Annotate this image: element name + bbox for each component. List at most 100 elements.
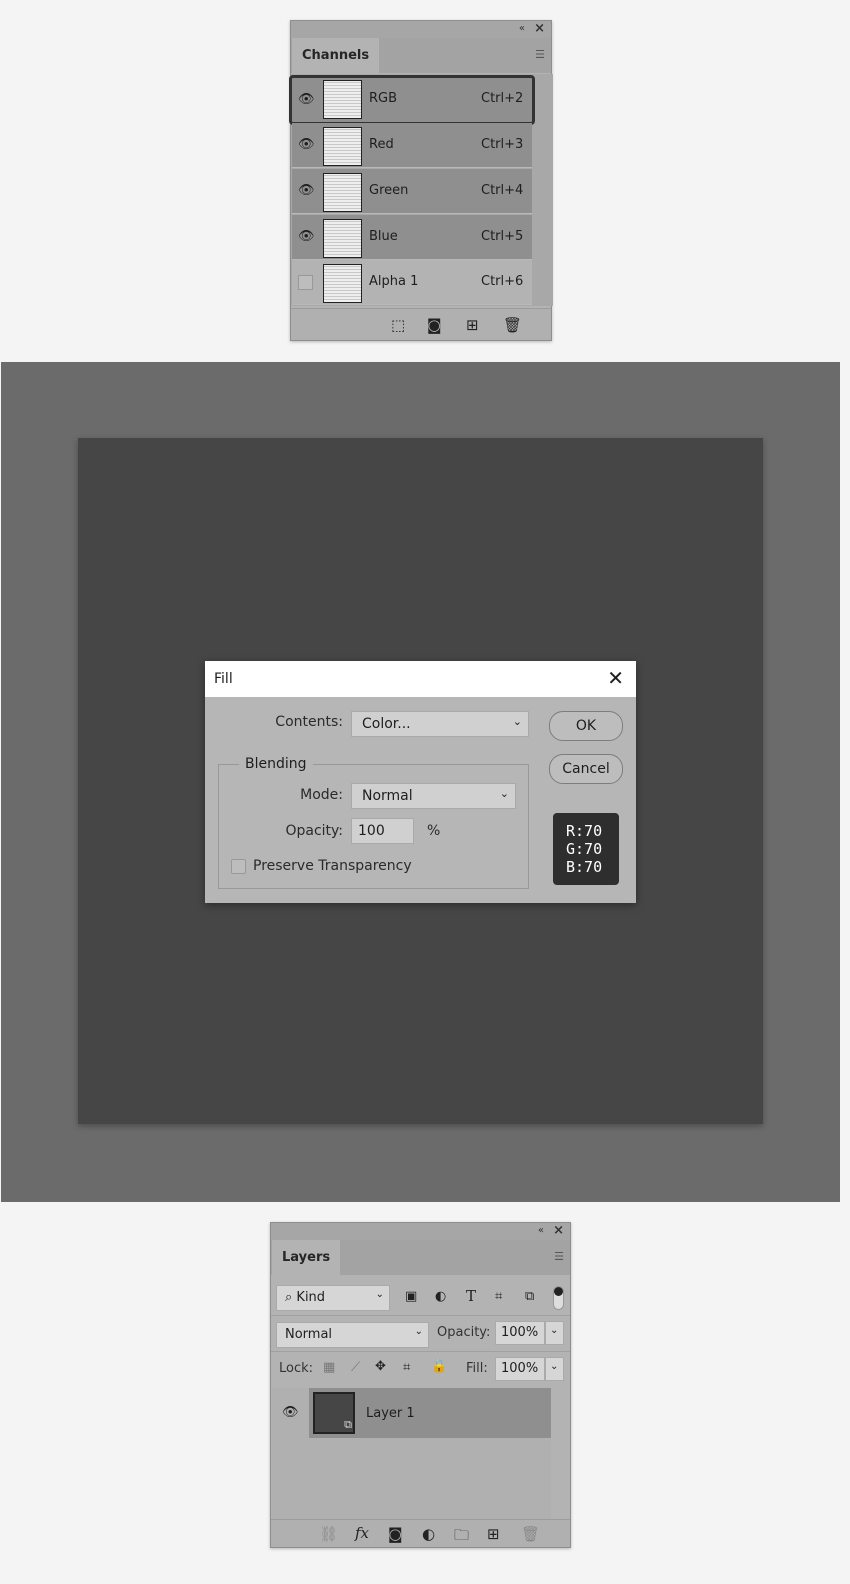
channel-shortcut: Ctrl+2 xyxy=(481,91,524,106)
blend-mode-value: Normal xyxy=(285,1327,333,1342)
preserve-transparency-label: Preserve Transparency xyxy=(253,858,412,874)
filter-kind-select[interactable]: ⌕ Kind ⌄ xyxy=(276,1285,390,1311)
channel-thumbnail xyxy=(323,264,362,303)
eye-icon[interactable]: 👁 xyxy=(298,183,315,198)
contents-select[interactable]: Color... ⌄ xyxy=(351,711,529,737)
tab-bar: Channels ☰ xyxy=(291,38,551,73)
tab-channels[interactable]: Channels xyxy=(292,38,380,73)
blend-mode-select[interactable]: Normal ⌄ xyxy=(276,1322,429,1348)
add-mask-icon[interactable]: ◙ xyxy=(388,1525,403,1543)
channel-name: Alpha 1 xyxy=(369,274,419,289)
mode-label: Mode: xyxy=(300,787,343,803)
collapse-icon[interactable]: « xyxy=(519,23,525,34)
panel-footer: ⛓ fx ◙ ◐ 🗀 ⊞ 🗑 xyxy=(271,1519,570,1547)
eye-icon[interactable]: 👁 xyxy=(282,1405,299,1420)
channel-name: RGB xyxy=(369,91,398,106)
dialog-title: Fill xyxy=(214,671,233,687)
tab-bar: Layers ☰ xyxy=(271,1240,570,1275)
fill-dialog: Fill ✕ Contents: Color... ⌄ Blending Mode… xyxy=(205,661,636,903)
lock-brush-icon[interactable]: ⟋ xyxy=(351,1360,360,1375)
channel-shortcut: Ctrl+4 xyxy=(481,183,524,198)
adjustment-layer-icon[interactable]: ◐ xyxy=(422,1525,435,1543)
panel-footer: ⬚ ◙ ⊞ 🗑 xyxy=(291,308,551,340)
lock-all-icon[interactable]: 🔒 xyxy=(431,1359,447,1374)
link-layers-icon[interactable]: ⛓ xyxy=(319,1525,338,1543)
lock-position-icon[interactable]: ✥ xyxy=(375,1359,386,1374)
new-layer-icon[interactable]: ⊞ xyxy=(487,1525,500,1543)
channel-thumbnail xyxy=(323,127,362,166)
chevron-down-icon: ⌄ xyxy=(375,1289,384,1300)
channels-panel: « × Channels ☰ 👁 RGB Ctrl+2 👁 Red Ctrl+3… xyxy=(289,20,553,341)
panel-menu-icon[interactable]: ☰ xyxy=(535,48,545,61)
channel-row-green[interactable]: 👁 Green Ctrl+4 xyxy=(292,169,532,214)
chevron-down-icon: ⌄ xyxy=(512,715,522,728)
layers-panel: « × Layers ☰ ⌕ Kind ⌄ ▣ ◐ T ⌗ ⧉ Normal ⌄ O… xyxy=(270,1222,571,1548)
channel-thumbnail xyxy=(323,173,362,212)
adjustment-filter-icon[interactable]: ◐ xyxy=(435,1289,446,1304)
channel-row-rgb[interactable]: 👁 RGB Ctrl+2 xyxy=(289,75,535,125)
lock-transparent-icon[interactable]: ▦ xyxy=(323,1360,335,1375)
close-icon[interactable]: ✕ xyxy=(607,666,624,690)
save-selection-icon[interactable]: ◙ xyxy=(427,316,442,334)
channel-shortcut: Ctrl+5 xyxy=(481,229,524,244)
layer-list: 👁 ⧉ Layer 1 xyxy=(272,1388,551,1532)
type-filter-icon[interactable]: T xyxy=(466,1287,476,1305)
lock-artboard-icon[interactable]: ⌗ xyxy=(403,1360,410,1375)
trash-icon[interactable]: 🗑 xyxy=(503,316,522,334)
chevron-down-icon: ⌄ xyxy=(414,1326,423,1337)
channel-row-red[interactable]: 👁 Red Ctrl+3 xyxy=(292,123,532,168)
lock-label: Lock: xyxy=(279,1361,314,1376)
blue-value: B:70 xyxy=(566,858,603,876)
cancel-button[interactable]: Cancel xyxy=(549,754,623,784)
close-icon[interactable]: × xyxy=(534,21,545,36)
smart-object-icon: ⧉ xyxy=(344,1418,352,1431)
trash-icon[interactable]: 🗑 xyxy=(521,1525,540,1543)
eye-icon[interactable]: 👁 xyxy=(298,137,315,152)
load-selection-icon[interactable]: ⬚ xyxy=(391,316,405,334)
opacity-input[interactable]: 100 xyxy=(351,818,414,844)
panel-menu-icon[interactable]: ☰ xyxy=(554,1250,564,1263)
channel-row-alpha[interactable]: Alpha 1 Ctrl+6 xyxy=(292,260,532,305)
red-value: R:70 xyxy=(566,822,603,840)
dialog-titlebar: Fill ✕ xyxy=(205,661,636,697)
shape-filter-icon[interactable]: ⌗ xyxy=(495,1289,502,1304)
channel-name: Green xyxy=(369,183,409,198)
fill-dropdown[interactable]: ⌄ xyxy=(545,1357,564,1381)
mode-select[interactable]: Normal ⌄ xyxy=(351,783,516,809)
eye-icon[interactable]: 👁 xyxy=(298,92,315,107)
channel-thumbnail xyxy=(323,80,362,119)
fill-input[interactable]: 100% xyxy=(495,1357,545,1381)
filter-toggle[interactable] xyxy=(553,1286,564,1310)
ok-button[interactable]: OK xyxy=(549,711,623,741)
search-icon: ⌕ xyxy=(285,1290,297,1305)
contents-value: Color... xyxy=(362,716,411,732)
eye-icon[interactable]: 👁 xyxy=(298,229,315,244)
fx-icon[interactable]: fx xyxy=(355,1524,369,1542)
opacity-label: Opacity: xyxy=(437,1325,491,1340)
collapse-icon[interactable]: « xyxy=(538,1225,544,1236)
new-channel-icon[interactable]: ⊞ xyxy=(466,316,479,334)
group-folder-icon[interactable]: 🗀 xyxy=(454,1525,469,1550)
visibility-toggle[interactable] xyxy=(298,275,313,290)
channel-name: Red xyxy=(369,137,394,152)
smart-object-filter-icon[interactable]: ⧉ xyxy=(525,1289,534,1304)
opacity-unit: % xyxy=(427,823,441,839)
fill-label: Fill: xyxy=(466,1361,488,1376)
channel-row-blue[interactable]: 👁 Blue Ctrl+5 xyxy=(292,215,532,260)
mode-value: Normal xyxy=(362,788,413,804)
pixel-filter-icon[interactable]: ▣ xyxy=(405,1289,417,1304)
opacity-dropdown[interactable]: ⌄ xyxy=(545,1321,564,1345)
color-note: R:70 G:70 B:70 xyxy=(553,813,619,885)
layer-name: Layer 1 xyxy=(366,1406,415,1421)
tab-layers[interactable]: Layers xyxy=(272,1240,341,1275)
channel-shortcut: Ctrl+3 xyxy=(481,137,524,152)
preserve-transparency-checkbox[interactable] xyxy=(231,859,246,874)
filter-value: Kind xyxy=(296,1290,326,1305)
channel-name: Blue xyxy=(369,229,398,244)
layer-row[interactable]: 👁 ⧉ Layer 1 xyxy=(272,1388,551,1438)
channel-list: 👁 RGB Ctrl+2 👁 Red Ctrl+3 👁 Green Ctrl+4… xyxy=(289,74,553,306)
opacity-input[interactable]: 100% xyxy=(495,1321,545,1345)
contents-label: Contents: xyxy=(275,714,343,730)
chevron-down-icon: ⌄ xyxy=(499,787,509,800)
close-icon[interactable]: × xyxy=(553,1223,564,1238)
